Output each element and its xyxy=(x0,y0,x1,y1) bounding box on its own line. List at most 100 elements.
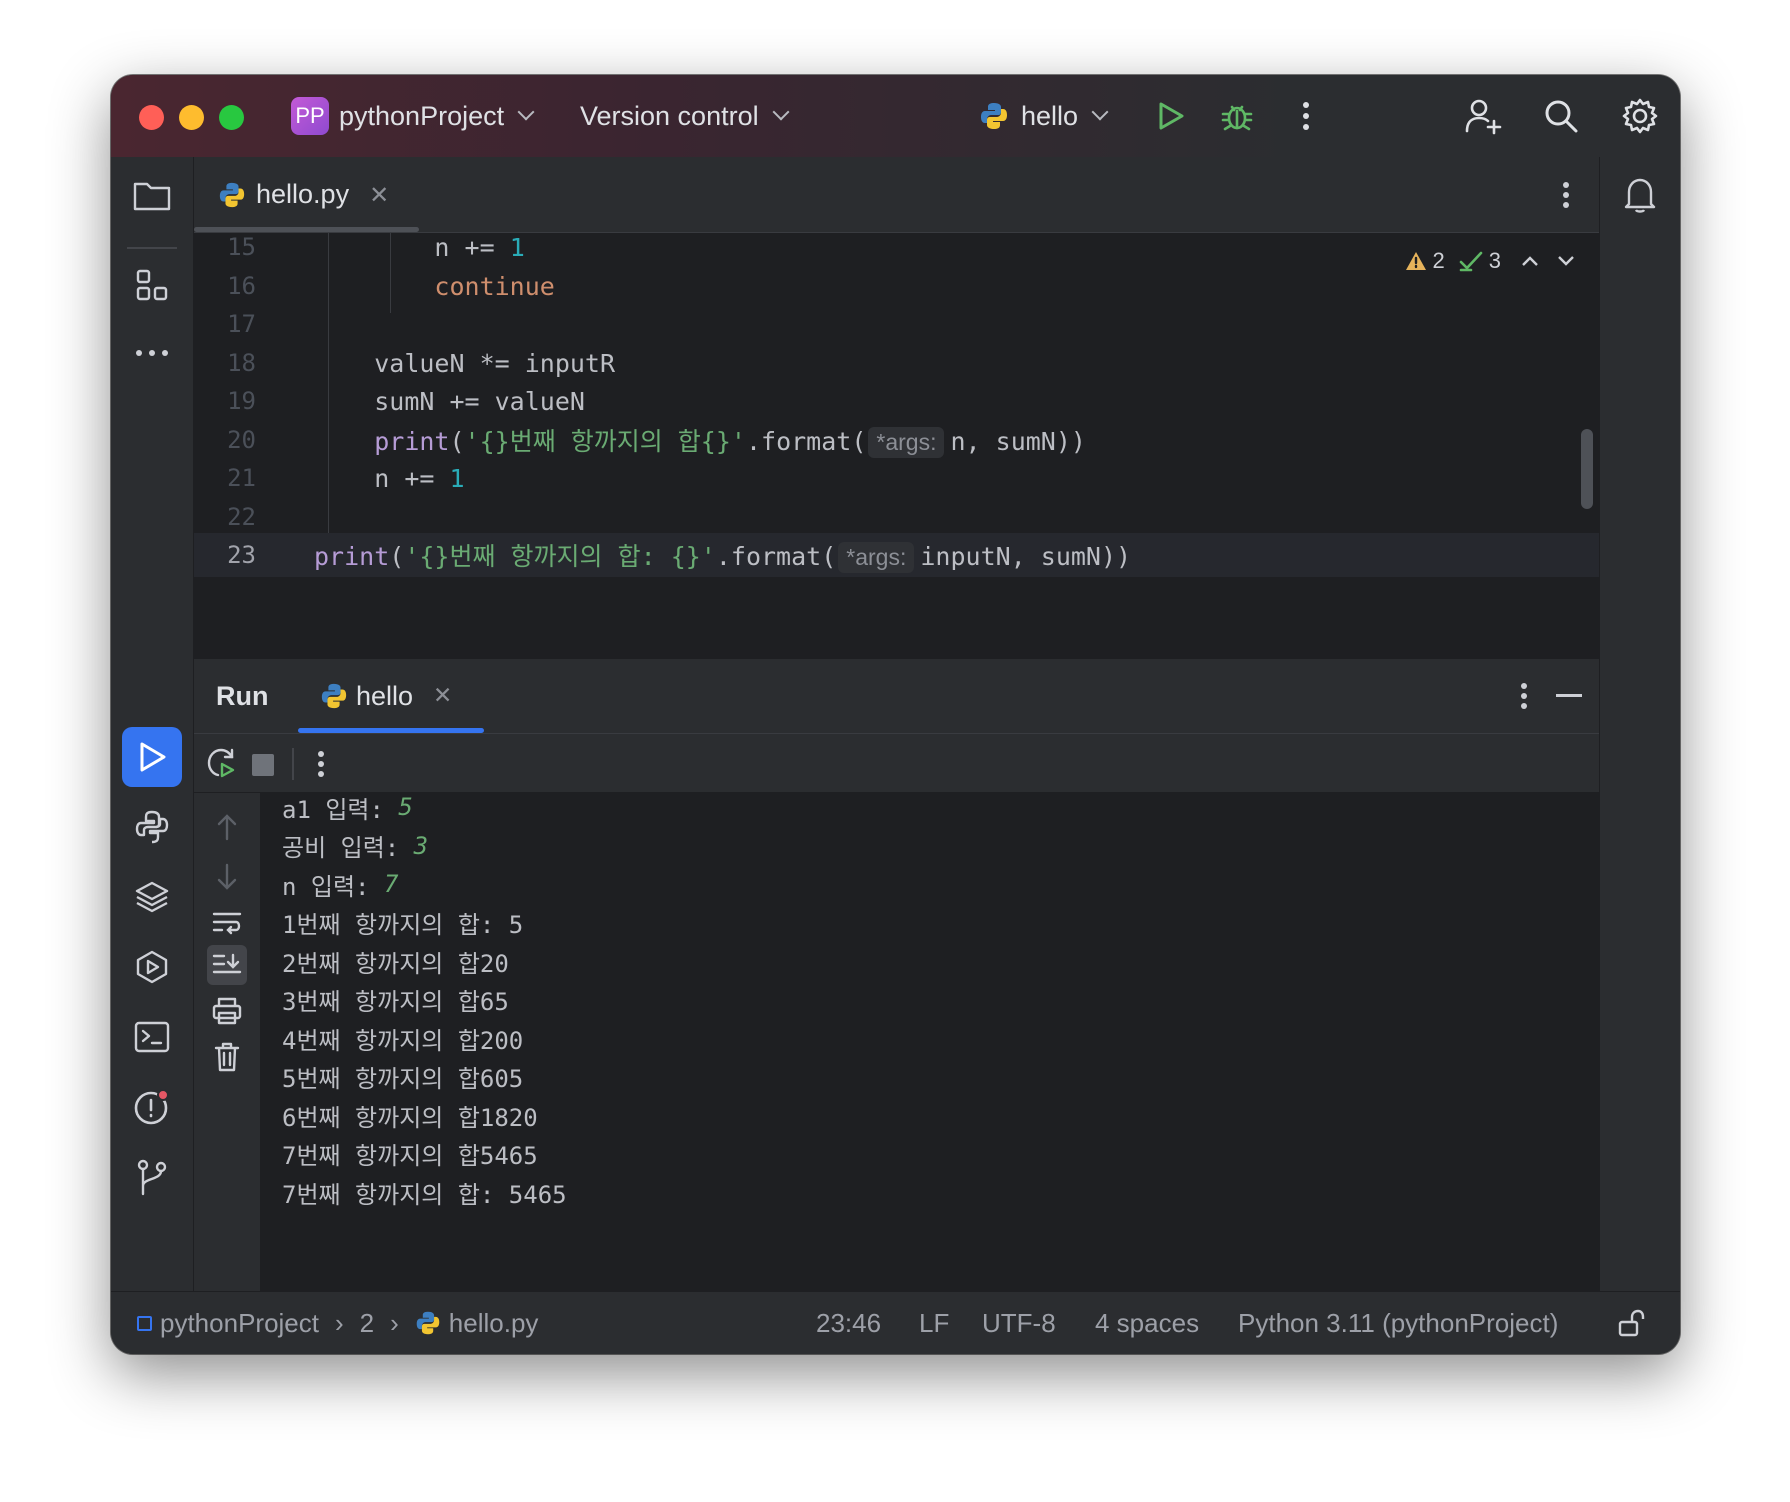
editor-tabs: hello.py ✕ xyxy=(194,157,1599,233)
problems-tool-button[interactable] xyxy=(130,1085,174,1129)
code-with-me-button[interactable] xyxy=(1461,94,1505,138)
more-tools-button[interactable] xyxy=(130,331,174,375)
breadcrumb-folder[interactable]: 2 xyxy=(360,1308,374,1339)
console-line: n 입력: 7 xyxy=(282,865,398,903)
run-panel: Run hello ✕ a1 입력: 5 공비 입력: 3 n 입력: 7 1번… xyxy=(194,659,1599,1292)
read-only-toggle[interactable] xyxy=(1611,1303,1651,1343)
run-panel-options-button[interactable] xyxy=(1509,676,1539,716)
console-text: 3번째 항까지의 합65 xyxy=(282,988,509,1016)
run-tab-hello[interactable]: hello ✕ xyxy=(298,659,484,733)
breadcrumb-file[interactable]: hello.py xyxy=(449,1308,539,1339)
code-token: inputN, sumN)) xyxy=(920,542,1132,571)
left-tool-strip xyxy=(111,157,194,1292)
code-token: 1 xyxy=(509,233,525,262)
line-number: 15 xyxy=(227,233,256,261)
close-tab-icon[interactable]: ✕ xyxy=(369,181,389,209)
project-tool-button[interactable] xyxy=(130,174,174,218)
console-text: a1 입력: xyxy=(282,795,399,824)
code-line-current[interactable]: 23 print('{}번째 항까지의 합: {}'.format(*args: i… xyxy=(194,533,1599,577)
run-config-selector[interactable]: hello xyxy=(979,75,1109,157)
parameter-hint: *args: xyxy=(838,542,915,573)
caret-position[interactable]: 23:46 xyxy=(816,1292,881,1354)
code-line[interactable]: 19 sumN += valueN xyxy=(194,379,1599,423)
console-line: 7번째 항까지의 합: 5465 xyxy=(282,1173,567,1211)
python-console-tool-button[interactable] xyxy=(130,805,174,849)
parameter-hint: *args: xyxy=(868,427,945,458)
minimize-icon xyxy=(1556,694,1582,697)
maximize-window-button[interactable] xyxy=(219,105,244,130)
editor-scrollbar[interactable] xyxy=(1581,429,1593,509)
chevron-down-icon xyxy=(772,103,790,121)
chevron-down-icon[interactable] xyxy=(1557,255,1575,267)
settings-button[interactable] xyxy=(1618,94,1662,138)
code-line[interactable]: 17 xyxy=(194,302,1599,346)
structure-tool-button[interactable] xyxy=(130,263,174,307)
console-text: n 입력: xyxy=(282,872,384,901)
rerun-icon xyxy=(207,748,235,778)
python-icon xyxy=(416,1311,440,1335)
close-tab-icon[interactable]: ✕ xyxy=(433,683,452,709)
python-icon xyxy=(981,103,1007,129)
run-toolbar-more-button[interactable] xyxy=(306,744,336,784)
title-bar: PP pythonProject Version control hello xyxy=(111,75,1680,157)
run-tool-button[interactable] xyxy=(122,727,182,787)
inspection-widget[interactable]: 2 3 xyxy=(1405,243,1576,279)
version-control-menu[interactable]: Version control xyxy=(580,75,790,157)
play-icon xyxy=(140,742,166,772)
active-tab-indicator xyxy=(194,227,419,232)
checkmark-icon xyxy=(1459,251,1483,272)
chevron-down-icon xyxy=(1091,103,1109,121)
line-number: 17 xyxy=(227,310,256,338)
run-panel-title: Run xyxy=(216,680,269,711)
chevron-up-icon[interactable] xyxy=(1521,255,1539,267)
console-user-input: 5 xyxy=(398,793,413,821)
console-line: 공비 입력: 3 xyxy=(282,827,428,865)
minimize-window-button[interactable] xyxy=(179,105,204,130)
console-user-input: 7 xyxy=(383,870,399,898)
console-text: 7번째 항까지의 합5465 xyxy=(282,1142,538,1170)
breadcrumb-project[interactable]: pythonProject xyxy=(160,1308,319,1339)
tab-label: hello.py xyxy=(256,179,350,209)
code-token: valueN *= inputR xyxy=(374,348,616,378)
project-selector[interactable]: PP pythonProject xyxy=(291,75,535,157)
code-token: .format( xyxy=(715,542,837,571)
python-packages-tool-button[interactable] xyxy=(130,875,174,919)
tab-options-button[interactable] xyxy=(1551,175,1581,215)
code-line[interactable]: 21 n += 1 xyxy=(194,456,1599,500)
editor-bottom-area xyxy=(194,613,1599,659)
breadcrumb-separator-icon: › xyxy=(334,1307,344,1338)
code-token: 1 xyxy=(449,463,465,493)
file-encoding[interactable]: UTF-8 xyxy=(982,1292,1056,1354)
active-tab-indicator xyxy=(298,728,484,733)
stop-button[interactable] xyxy=(252,754,274,776)
git-tool-button[interactable] xyxy=(130,1155,174,1199)
console-output[interactable]: a1 입력: 5 공비 입력: 3n 입력: 7 1번째 항까지의 합: 5 2번째 … xyxy=(194,793,1599,1292)
line-separator[interactable]: LF xyxy=(919,1292,949,1354)
notifications-button[interactable] xyxy=(1618,173,1662,217)
rerun-button[interactable] xyxy=(202,743,242,783)
close-window-button[interactable] xyxy=(139,105,164,130)
tab-hello-py[interactable]: hello.py ✕ xyxy=(194,157,419,232)
project-badge: PP xyxy=(291,97,329,135)
ok-count: 3 xyxy=(1488,248,1501,273)
terminal-tool-button[interactable] xyxy=(130,1015,174,1059)
breadcrumb: pythonProject › 2 › hello.py xyxy=(137,1292,538,1354)
breadcrumb-separator-icon: › xyxy=(390,1307,399,1338)
services-tool-button[interactable] xyxy=(130,945,174,989)
bug-icon xyxy=(1221,105,1253,131)
debug-button[interactable] xyxy=(1217,96,1257,136)
run-button[interactable] xyxy=(1151,96,1191,136)
indent-setting[interactable]: 4 spaces xyxy=(1095,1292,1199,1354)
code-token: ( xyxy=(449,427,465,456)
hide-panel-button[interactable] xyxy=(1549,676,1589,716)
console-text: 5번째 항까지의 합605 xyxy=(282,1065,524,1093)
more-actions-button[interactable] xyxy=(1291,96,1321,136)
run-toolbar xyxy=(194,734,1599,793)
code-editor[interactable]: 15 n += 1 16 continue 17 18 valueN *= input… xyxy=(194,233,1599,613)
python-interpreter[interactable]: Python 3.11 (pythonProject) xyxy=(1238,1292,1558,1354)
search-button[interactable] xyxy=(1539,94,1583,138)
line-number: 16 xyxy=(227,272,256,300)
